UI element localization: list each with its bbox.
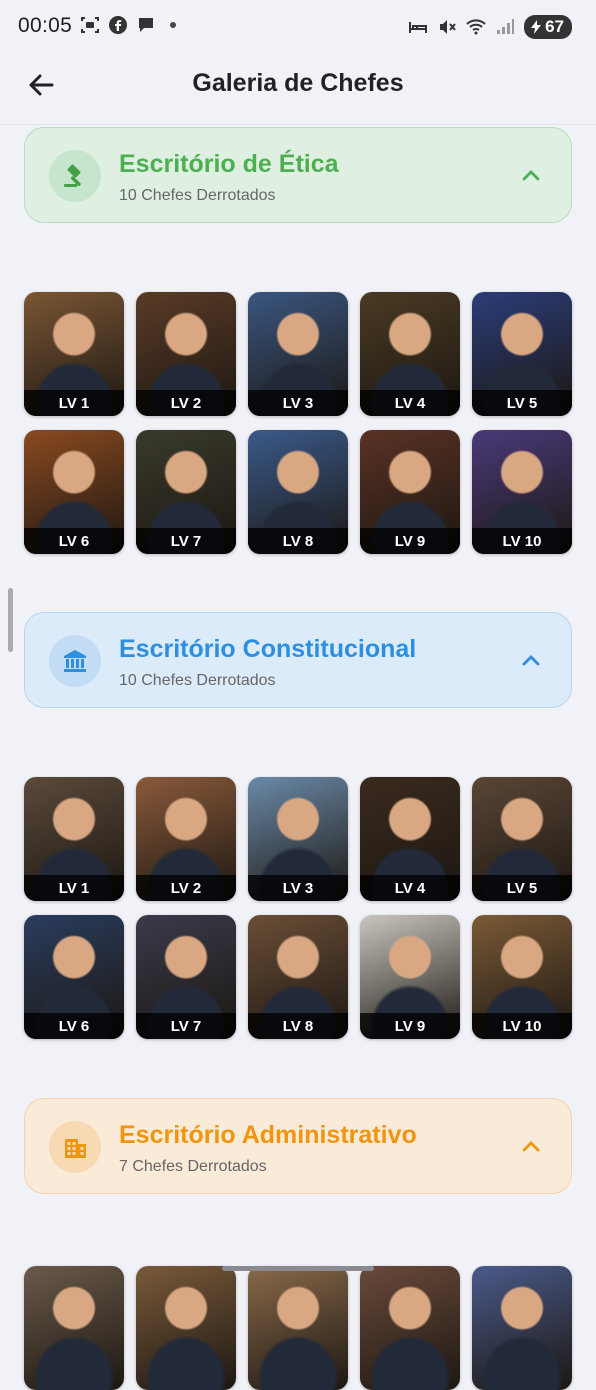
page-title: Galeria de Chefes: [192, 69, 404, 97]
boss-grid: LV 1 LV 2 LV 3 LV 4 LV 5 LV 6 LV 7 LV 8 LV 9 LV 1…: [24, 292, 572, 554]
boss-card[interactable]: [472, 1266, 572, 1390]
boss-card[interactable]: LV 6: [24, 915, 124, 1039]
boss-card[interactable]: LV 6: [24, 430, 124, 554]
boss-card[interactable]: [248, 1266, 348, 1390]
section-administrativo: Escritório Administrativo 7 Chefes Derro…: [24, 1098, 572, 1390]
boss-card[interactable]: [360, 1266, 460, 1390]
boss-card[interactable]: LV 2: [136, 292, 236, 416]
section-header[interactable]: Escritório Constitucional 10 Chefes Derr…: [24, 612, 572, 708]
boss-card[interactable]: LV 7: [136, 430, 236, 554]
boss-card[interactable]: LV 8: [248, 430, 348, 554]
mute-icon: [437, 17, 457, 37]
level-label: LV 8: [248, 1013, 348, 1039]
level-label: LV 9: [360, 1013, 460, 1039]
level-label: LV 10: [472, 1013, 572, 1039]
bank-icon: [49, 635, 101, 687]
boss-card[interactable]: LV 4: [360, 777, 460, 901]
section-subtitle: 10 Chefes Derrotados: [119, 187, 276, 204]
boss-card[interactable]: LV 8: [248, 915, 348, 1039]
screenshot-icon: [80, 15, 100, 35]
level-label: LV 6: [24, 528, 124, 554]
boss-card[interactable]: [24, 1266, 124, 1390]
boss-card[interactable]: LV 1: [24, 292, 124, 416]
status-bar: 00:05 67: [0, 0, 596, 54]
level-label: LV 5: [472, 875, 572, 901]
signal-icon: [495, 17, 515, 37]
boss-grid: [24, 1266, 572, 1390]
boss-card[interactable]: LV 1: [24, 777, 124, 901]
level-label: LV 5: [472, 390, 572, 416]
chat-icon: [136, 15, 156, 35]
level-label: LV 4: [360, 390, 460, 416]
section-subtitle: 7 Chefes Derrotados: [119, 1158, 267, 1175]
battery-icon: 67: [524, 15, 572, 39]
level-label: LV 3: [248, 390, 348, 416]
section-title: Escritório Constitucional: [119, 635, 417, 663]
level-label: LV 7: [136, 528, 236, 554]
level-label: LV 8: [248, 528, 348, 554]
section-etica: Escritório de Ética 10 Chefes Derrotados…: [24, 127, 572, 554]
level-label: LV 4: [360, 875, 460, 901]
boss-card[interactable]: LV 3: [248, 777, 348, 901]
section-header[interactable]: Escritório Administrativo 7 Chefes Derro…: [24, 1098, 572, 1194]
app-bar: Galeria de Chefes: [0, 54, 596, 124]
facebook-icon: [108, 15, 128, 35]
level-label: LV 2: [136, 390, 236, 416]
section-constitucional: Escritório Constitucional 10 Chefes Derr…: [24, 612, 572, 1039]
boss-card[interactable]: LV 2: [136, 777, 236, 901]
boss-card[interactable]: LV 10: [472, 915, 572, 1039]
system-icons: 67: [408, 15, 572, 39]
level-label: LV 3: [248, 875, 348, 901]
wifi-icon: [466, 17, 486, 37]
boss-card[interactable]: LV 7: [136, 915, 236, 1039]
level-label: LV 10: [472, 528, 572, 554]
chevron-up-icon: [522, 1141, 540, 1152]
app-bar-divider: [0, 124, 596, 125]
boss-grid: LV 1 LV 2 LV 3 LV 4 LV 5 LV 6 LV 7 LV 8 LV 9 LV 1…: [24, 777, 572, 1039]
boss-portrait: [248, 1266, 348, 1390]
level-label: LV 1: [24, 390, 124, 416]
level-label: LV 6: [24, 1013, 124, 1039]
scrollbar[interactable]: [8, 588, 13, 652]
battery-level: 67: [545, 17, 564, 36]
boss-portrait: [472, 1266, 572, 1390]
section-subtitle: 10 Chefes Derrotados: [119, 672, 276, 689]
more-notifications-dot: [170, 22, 176, 28]
level-label: LV 7: [136, 1013, 236, 1039]
boss-card[interactable]: LV 4: [360, 292, 460, 416]
section-title: Escritório de Ética: [119, 150, 339, 178]
boss-card[interactable]: LV 5: [472, 292, 572, 416]
home-indicator: [222, 1266, 374, 1271]
boss-card[interactable]: LV 5: [472, 777, 572, 901]
boss-portrait: [360, 1266, 460, 1390]
boss-card[interactable]: LV 9: [360, 430, 460, 554]
bed-icon: [408, 17, 428, 37]
boss-card[interactable]: LV 9: [360, 915, 460, 1039]
section-title: Escritório Administrativo: [119, 1121, 417, 1149]
notification-icons: [80, 15, 176, 35]
level-label: LV 2: [136, 875, 236, 901]
building-icon: [49, 1121, 101, 1173]
level-label: LV 1: [24, 875, 124, 901]
gavel-icon: [49, 150, 101, 202]
boss-card[interactable]: [136, 1266, 236, 1390]
boss-portrait: [24, 1266, 124, 1390]
status-time: 00:05: [18, 14, 73, 37]
boss-card[interactable]: LV 3: [248, 292, 348, 416]
chevron-up-icon: [522, 170, 540, 181]
section-header[interactable]: Escritório de Ética 10 Chefes Derrotados: [24, 127, 572, 223]
level-label: LV 9: [360, 528, 460, 554]
boss-card[interactable]: LV 10: [472, 430, 572, 554]
chevron-up-icon: [522, 655, 540, 666]
boss-portrait: [136, 1266, 236, 1390]
